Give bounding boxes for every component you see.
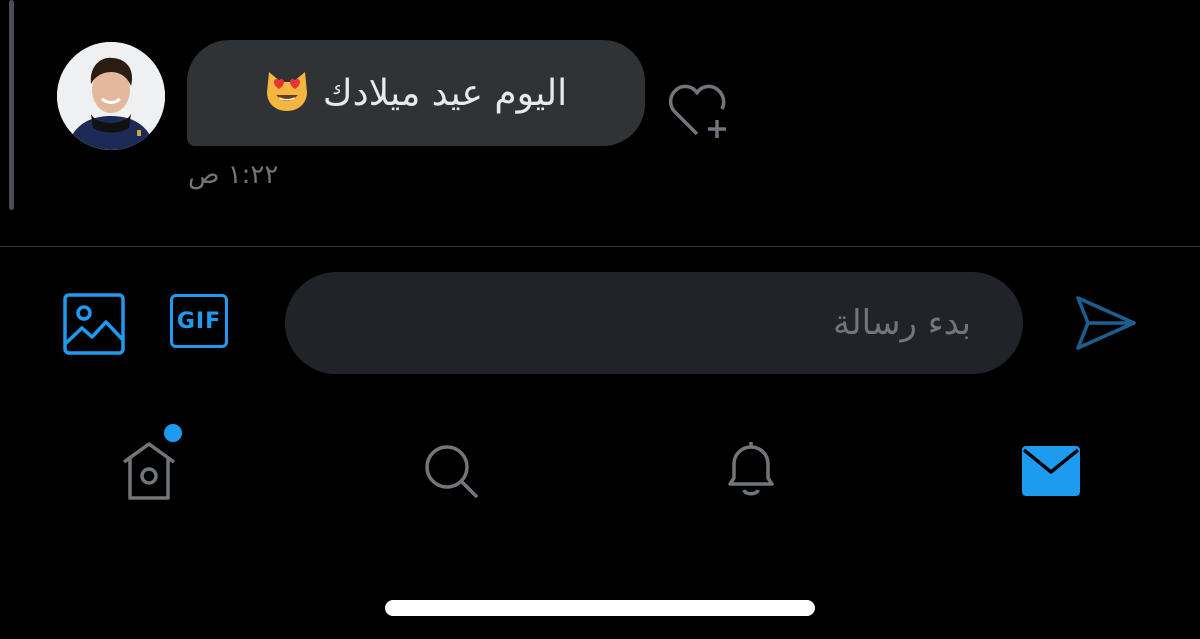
divider	[0, 246, 1200, 247]
image-icon[interactable]	[62, 292, 126, 356]
gif-button[interactable]: GIF	[170, 294, 228, 348]
heart-plus-icon[interactable]	[667, 80, 737, 144]
message-input[interactable]: بدء رسالة	[285, 272, 1023, 374]
home-notification-badge	[164, 424, 182, 442]
message-text: اليوم عيد ميلادك	[322, 72, 568, 114]
home-indicator[interactable]	[385, 600, 815, 616]
message-bubble[interactable]: اليوم عيد ميلادك	[187, 40, 645, 146]
avatar[interactable]	[57, 42, 165, 150]
send-icon[interactable]	[1072, 290, 1138, 356]
message-input-placeholder: بدء رسالة	[833, 303, 971, 343]
message-timestamp: ١:٢٢ ص	[188, 160, 279, 190]
nav-messages[interactable]	[1018, 438, 1084, 504]
nav-search[interactable]	[418, 438, 484, 504]
home-icon	[122, 442, 176, 500]
search-icon	[425, 445, 478, 498]
mail-icon	[1022, 446, 1080, 496]
gif-label: GIF	[176, 308, 222, 334]
nav-home[interactable]	[116, 438, 182, 504]
nav-notifications[interactable]	[718, 438, 784, 504]
smiling-cat-heart-eyes-icon	[265, 70, 309, 116]
bell-icon	[728, 442, 774, 496]
scroll-indicator[interactable]	[9, 0, 14, 210]
